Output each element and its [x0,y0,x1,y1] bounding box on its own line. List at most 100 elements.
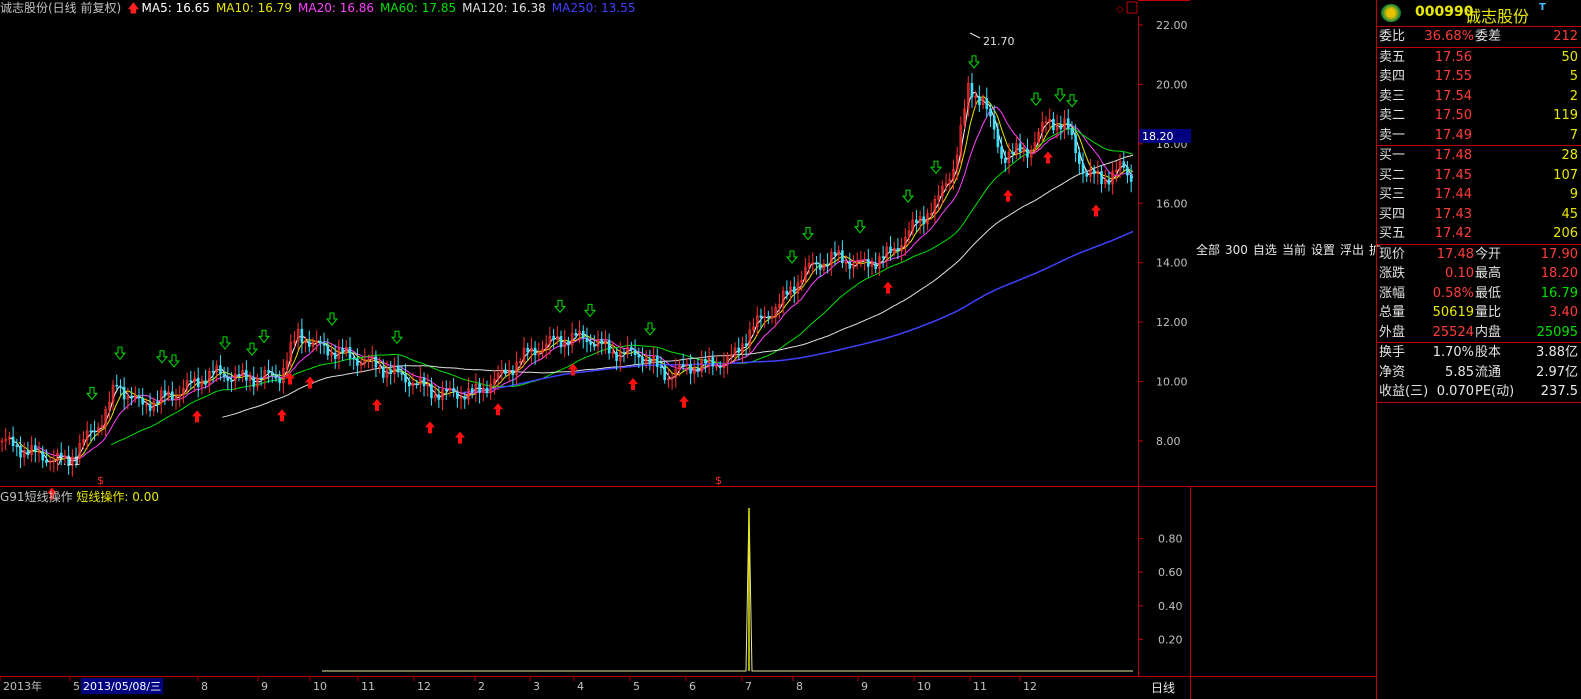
buy-arrow-icon [628,377,638,390]
candle [648,349,652,371]
candle [1026,138,1029,169]
sell-arrow-icon [257,329,271,344]
candle [263,365,267,390]
candle [604,330,607,354]
candle [441,381,444,411]
candle [915,209,918,232]
toolbar-current[interactable]: 当前 [1282,243,1306,257]
buy-arrow-icon [1091,204,1101,217]
candle [948,172,952,191]
candle [19,436,22,468]
dollar-mark: $ [715,474,722,487]
x-axis-label: 2013年 [3,679,42,693]
indicator-name[interactable]: G91短线操作 [0,490,73,504]
x-axis-label: 11 [361,680,375,693]
candle [222,366,226,383]
red-up-arrow-icon: 🡅 [127,1,140,15]
candle [626,336,629,359]
candle [237,364,241,382]
sell-arrow-icon [553,299,567,314]
indicator-axis-label: 0.80 [1158,533,1183,546]
candle [744,334,748,357]
candle [504,363,507,378]
ma10-line [18,95,1134,461]
candle [137,388,141,408]
sell-arrow-icon [325,312,339,326]
stats-row: 涨跌 0.10 最高 18.20 [1379,266,1578,281]
ma20-label: MA20: 16.86 [298,1,375,15]
candle [419,366,422,393]
sell-arrow-icon [853,220,867,234]
candle [241,363,244,383]
candle [226,367,230,390]
toolbar-300[interactable]: 300 [1225,243,1248,257]
candle [370,345,374,371]
candle [811,252,815,274]
diamond-icon[interactable]: ◇ [1116,4,1124,15]
candle [822,259,826,274]
ma120-line [222,154,1134,418]
candle [963,99,966,129]
candle [978,85,981,113]
candle [200,375,204,395]
candle [174,388,178,410]
candle [245,360,248,391]
buy-arrow-icon [372,399,382,412]
candle [193,371,196,393]
ma5-line [9,91,1134,463]
candle [282,358,285,394]
toolbar-favorites[interactable]: 自选 [1253,243,1277,257]
candle [1018,133,1022,159]
candle [344,340,348,357]
x-axis-label: 10 [917,680,931,693]
chart-title: 诚志股份(日线 前复权) [0,1,122,15]
candle [319,335,322,355]
x-axis-label: 12 [1023,680,1037,693]
candle [156,390,159,413]
candle [1011,143,1014,164]
candle [881,245,885,269]
ma60-label: MA60: 17.85 [380,1,457,15]
ma120-label: MA120: 16.38 [462,1,546,15]
candle [1040,111,1044,143]
candle [792,276,796,304]
financials: 换手 1.70% 股本 3.88亿 净资 5.85 流通 2.97亿 收益(三) 0.070 PE(… [1377,343,1581,403]
x-axis-label: 10 [313,680,327,693]
candle [459,385,463,410]
indicator-header: G91短线操作 短线操作: 0.00 [0,489,159,505]
indicator-axis-label: 0.60 [1158,566,1183,579]
candle [1115,161,1118,183]
price-axis-label: 12.00 [1156,316,1188,329]
buy-row: 买三 17.44 9 [1379,187,1578,202]
candle [896,238,900,259]
candle [119,379,122,396]
candle [859,251,863,268]
candle [404,363,407,393]
sell-arrow-icon [901,189,915,203]
candle [515,351,518,385]
sell-arrow-icon [1065,94,1079,108]
candle [141,387,144,416]
candle [389,360,393,385]
candle [985,87,989,118]
candle [322,332,326,355]
candle [607,333,611,360]
candle [0,437,4,452]
period-label[interactable]: 日线 [1151,679,1175,696]
candle [922,206,926,234]
candle [722,352,726,378]
toolbar-settings[interactable]: 设置 [1311,243,1335,257]
candle [278,370,281,392]
stats-row: 涨幅 0.58% 最低 16.79 [1379,285,1578,301]
toolbar-all[interactable]: 全部 [1196,243,1220,257]
toolbar-float[interactable]: 浮出 [1340,243,1364,257]
candle [1059,115,1063,140]
selected-date: 2013/05/08/三 [81,678,164,694]
sell-arrow-icon [113,346,127,360]
ma60-line [110,128,1134,446]
x-axis-label: 7 [745,680,752,693]
candle [485,380,489,398]
kline-chart[interactable]: ◇ 22.0020.0018.0016.0014.0012.0010.008.0… [0,0,1376,699]
candle [111,379,115,411]
candle [337,339,341,370]
